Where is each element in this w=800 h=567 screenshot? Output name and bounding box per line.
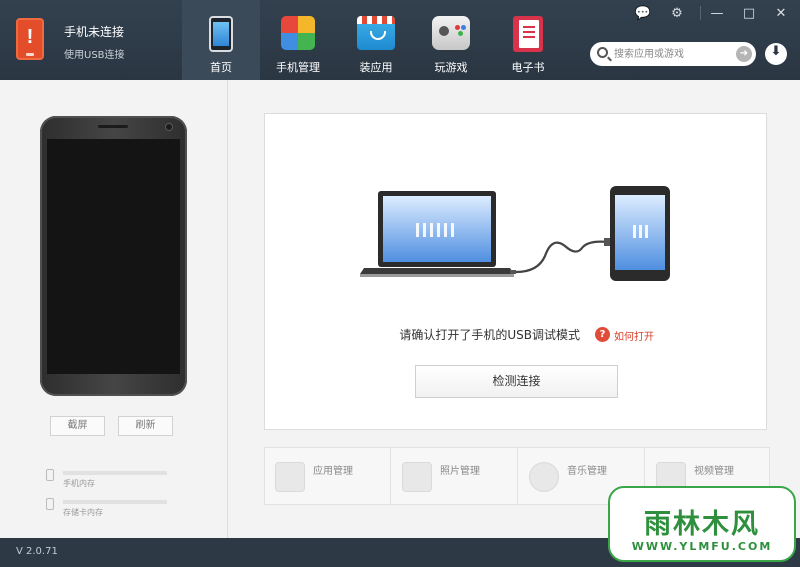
tab-games-label: 玩游戏 xyxy=(434,61,468,74)
photo-manage-item[interactable]: 照片管理 xyxy=(392,448,518,504)
refresh-button[interactable]: 刷新 xyxy=(118,416,173,436)
search-input[interactable] xyxy=(614,45,724,63)
window-divider xyxy=(700,6,701,20)
tab-ebook[interactable]: 电子书 xyxy=(489,0,567,80)
watermark-logo: 雨林木风 WWW.YLMFU.COM xyxy=(608,486,796,562)
phone-speaker xyxy=(98,125,128,128)
tab-app-store-label: 装应用 xyxy=(359,61,393,74)
watermark-brand: 雨林木风 xyxy=(644,509,760,540)
usb-cable xyxy=(515,240,609,274)
screenshot-button[interactable]: 截屏 xyxy=(50,416,105,436)
phone-screen xyxy=(47,139,180,374)
tab-home[interactable]: 首页 xyxy=(182,0,260,80)
connection-title: 手机未连接 xyxy=(64,25,125,39)
detect-connection-button[interactable]: 检测连接 xyxy=(415,365,618,398)
help-question-icon: ? xyxy=(595,327,610,342)
top-header: ! 手机未连接 使用USB连接 首页 手机管理 装应用 玩游戏 电子书 💬 ⚙ … xyxy=(0,0,800,80)
search-box: ➜ xyxy=(590,42,756,66)
tab-phone-manage-label: 手机管理 xyxy=(276,61,320,74)
tab-app-store[interactable]: 装应用 xyxy=(337,0,415,80)
how-to-enable-label: 如何打开 xyxy=(614,332,654,343)
phone-alert-icon: ! xyxy=(16,18,44,60)
close-button[interactable]: ✕ xyxy=(770,3,792,25)
download-button[interactable]: ⬇ xyxy=(765,43,787,65)
phone-manage-icon xyxy=(281,16,315,50)
search-icon xyxy=(597,47,608,58)
music-manage-label: 音乐管理 xyxy=(567,466,607,477)
maximize-button[interactable]: □ xyxy=(738,3,760,25)
connection-status: ! 手机未连接 使用USB连接 xyxy=(0,0,180,80)
feedback-icon[interactable]: 💬 xyxy=(632,3,654,25)
settings-gear-icon[interactable]: ⚙ xyxy=(666,3,688,25)
watermark-url: WWW.YLMFU.COM xyxy=(631,540,773,553)
sd-storage-bar xyxy=(63,500,167,504)
laptop-icon xyxy=(360,191,516,277)
app-store-icon xyxy=(357,16,395,50)
device-phone-preview xyxy=(40,116,187,396)
sd-storage: 存储卡内存 xyxy=(46,498,176,520)
phone-storage-label: 手机内存 xyxy=(63,479,95,488)
usb-plug xyxy=(604,238,610,246)
phone-storage-bar xyxy=(63,471,167,475)
gamepad-icon xyxy=(432,16,470,50)
search-go-arrow-icon[interactable]: ➜ xyxy=(736,46,752,62)
connection-subtitle: 使用USB连接 xyxy=(64,50,125,61)
home-phone-icon xyxy=(209,16,233,52)
app-grid-icon xyxy=(275,462,305,492)
app-manage-label: 应用管理 xyxy=(313,466,353,477)
minimize-button[interactable]: — xyxy=(706,3,728,25)
connection-card: 请确认打开了手机的USB调试模式 ? 如何打开 检测连接 xyxy=(264,113,767,430)
laptop-phone-usb-illustration xyxy=(360,186,670,281)
phone-storage-icon xyxy=(46,469,54,481)
tab-ebook-label: 电子书 xyxy=(511,61,545,74)
device-panel: 截屏 刷新 手机内存 存储卡内存 xyxy=(0,80,228,538)
video-manage-label: 视频管理 xyxy=(694,466,734,477)
sd-card-icon xyxy=(46,498,54,510)
tab-phone-manage[interactable]: 手机管理 xyxy=(259,0,337,80)
photo-icon xyxy=(402,462,432,492)
phone-camera xyxy=(166,124,172,130)
music-note-icon xyxy=(529,462,559,492)
phone-icon xyxy=(610,186,670,281)
photo-manage-label: 照片管理 xyxy=(440,466,480,477)
ebook-icon xyxy=(513,16,543,52)
tab-games[interactable]: 玩游戏 xyxy=(412,0,490,80)
usb-debug-instruction: 请确认打开了手机的USB调试模式 xyxy=(399,328,580,342)
sd-storage-label: 存储卡内存 xyxy=(63,508,103,517)
tab-home-label: 首页 xyxy=(210,61,232,74)
app-manage-item[interactable]: 应用管理 xyxy=(265,448,391,504)
version-label: V 2.0.71 xyxy=(16,546,58,557)
phone-storage: 手机内存 xyxy=(46,469,176,491)
download-arrow-icon: ⬇ xyxy=(770,44,782,59)
